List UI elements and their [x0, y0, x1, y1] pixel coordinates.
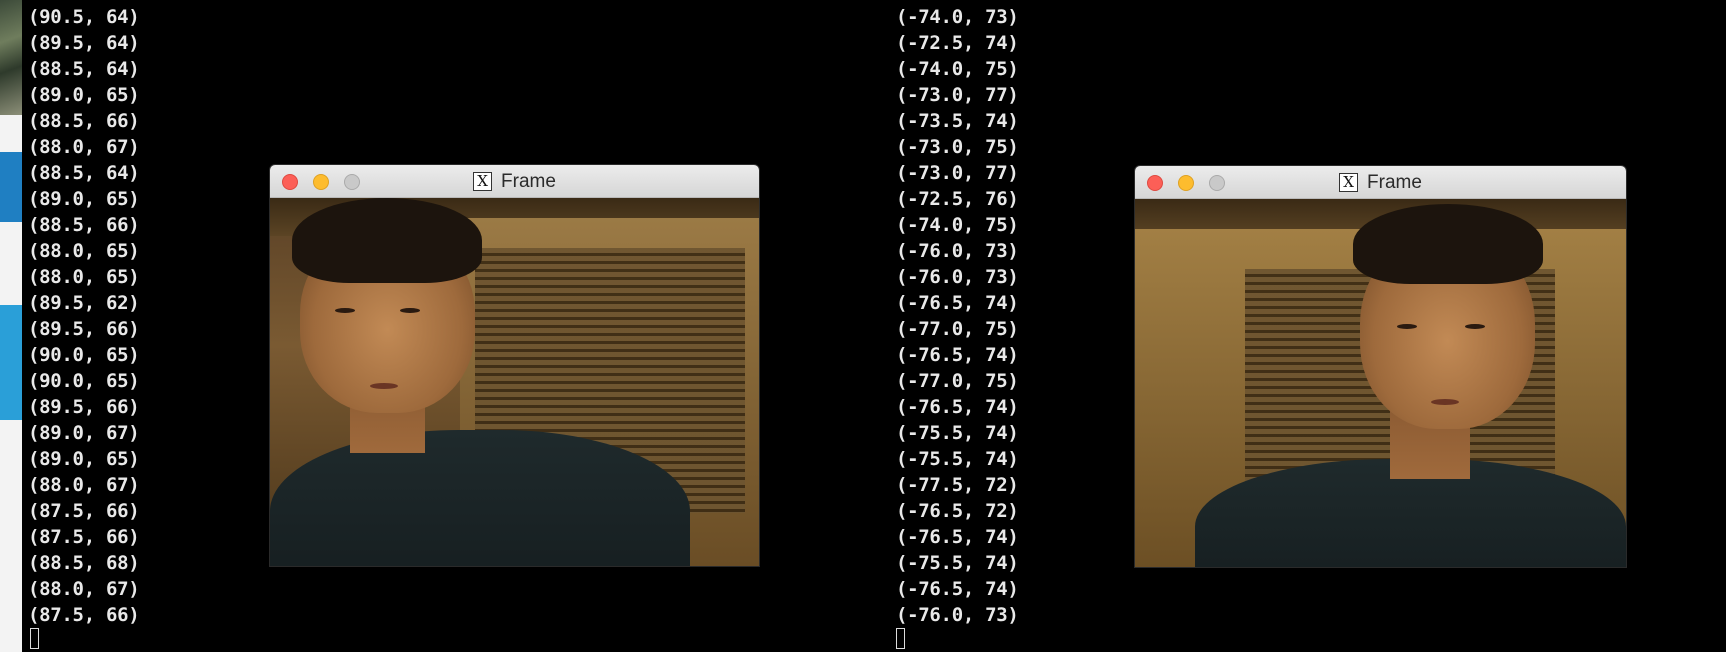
window-title: X Frame: [1135, 166, 1626, 199]
terminal-line: (-74.0, 75): [896, 58, 1019, 80]
terminal-line: (87.5, 66): [28, 526, 140, 548]
terminal-line: (89.5, 66): [28, 396, 140, 418]
person-hair: [292, 198, 482, 283]
person-eye: [335, 308, 355, 313]
terminal-line: (88.0, 67): [28, 474, 140, 496]
terminal-line: (88.5, 68): [28, 552, 140, 574]
terminal-line: (-73.0, 75): [896, 136, 1019, 158]
terminal-line: (90.0, 65): [28, 344, 140, 366]
terminal-line: (88.0, 67): [28, 136, 140, 158]
terminal-line: (89.5, 66): [28, 318, 140, 340]
terminal-line: (-76.0, 73): [896, 604, 1019, 626]
terminal-line: (-76.5, 74): [896, 396, 1019, 418]
terminal-line: (-72.5, 74): [896, 32, 1019, 54]
terminal-line: (89.0, 67): [28, 422, 140, 444]
terminal-line: (-75.5, 74): [896, 422, 1019, 444]
terminal-line: (87.5, 66): [28, 604, 140, 626]
terminal-line: (88.5, 64): [28, 162, 140, 184]
terminal-line: (-76.5, 74): [896, 526, 1019, 548]
terminal-line: (89.0, 65): [28, 448, 140, 470]
terminal-line: (88.0, 65): [28, 240, 140, 262]
window-title-text: Frame: [1367, 171, 1422, 193]
terminal-line: (88.5, 66): [28, 214, 140, 236]
terminal-line: (89.0, 65): [28, 84, 140, 106]
camera-feed: [270, 198, 759, 566]
terminal-line: (-74.0, 73): [896, 6, 1019, 28]
person-eye: [1397, 324, 1417, 329]
wallpaper-fragment: [0, 0, 22, 115]
terminal-line: (89.5, 64): [28, 32, 140, 54]
window-title: X Frame: [270, 165, 759, 198]
person-hair: [1353, 204, 1543, 284]
terminal-cursor: [896, 628, 905, 649]
terminal-line: (-73.0, 77): [896, 162, 1019, 184]
terminal-line: (-73.0, 77): [896, 84, 1019, 106]
x11-icon: X: [473, 172, 493, 191]
app-logo-fragment: [0, 152, 22, 222]
person-mouth: [370, 383, 398, 389]
terminal-line: (88.0, 67): [28, 578, 140, 600]
terminal-line: (-77.5, 72): [896, 474, 1019, 496]
app-banner-fragment: [0, 305, 22, 420]
person-eye: [400, 308, 420, 313]
window-titlebar[interactable]: X Frame: [1135, 166, 1626, 199]
terminal-line: (-76.5, 72): [896, 500, 1019, 522]
terminal-line: (-76.5, 74): [896, 578, 1019, 600]
terminal-cursor: [30, 628, 39, 649]
terminal-line: (88.5, 64): [28, 58, 140, 80]
terminal-line: (-73.5, 74): [896, 110, 1019, 132]
window-titlebar[interactable]: X Frame: [270, 165, 759, 198]
person-mouth: [1431, 399, 1459, 405]
terminal-line: (90.5, 64): [28, 6, 140, 28]
x11-icon: X: [1339, 173, 1359, 192]
terminal-line: (89.0, 65): [28, 188, 140, 210]
window-title-text: Frame: [501, 170, 556, 192]
terminal-output: (-74.0, 73) (-72.5, 74) (-74.0, 75) (-73…: [896, 4, 1019, 628]
terminal-line: (88.5, 66): [28, 110, 140, 132]
terminal-line: (-77.0, 75): [896, 318, 1019, 340]
terminal-line: (88.0, 65): [28, 266, 140, 288]
terminal-line: (-76.5, 74): [896, 344, 1019, 366]
terminal-line: (-75.5, 74): [896, 448, 1019, 470]
terminal-line: (-74.0, 75): [896, 214, 1019, 236]
terminal-line: (-77.0, 75): [896, 370, 1019, 392]
terminal-line: (89.5, 62): [28, 292, 140, 314]
camera-feed: [1135, 199, 1626, 567]
terminal-line: (-72.5, 76): [896, 188, 1019, 210]
frame-window-right[interactable]: X Frame: [1135, 166, 1626, 567]
desktop: (90.5, 64) (89.5, 64) (88.5, 64) (89.0, …: [0, 0, 1726, 652]
background-app-edge: [0, 0, 22, 652]
terminal-line: (87.5, 66): [28, 500, 140, 522]
terminal-line: (-75.5, 74): [896, 552, 1019, 574]
terminal-line: (-76.0, 73): [896, 266, 1019, 288]
terminal-line: (-76.5, 74): [896, 292, 1019, 314]
terminal-line: (-76.0, 73): [896, 240, 1019, 262]
terminal-line: (90.0, 65): [28, 370, 140, 392]
person-shirt: [270, 430, 690, 566]
terminal-output: (90.5, 64) (89.5, 64) (88.5, 64) (89.0, …: [28, 4, 140, 628]
person-eye: [1465, 324, 1485, 329]
frame-window-left[interactable]: X Frame: [270, 165, 759, 566]
